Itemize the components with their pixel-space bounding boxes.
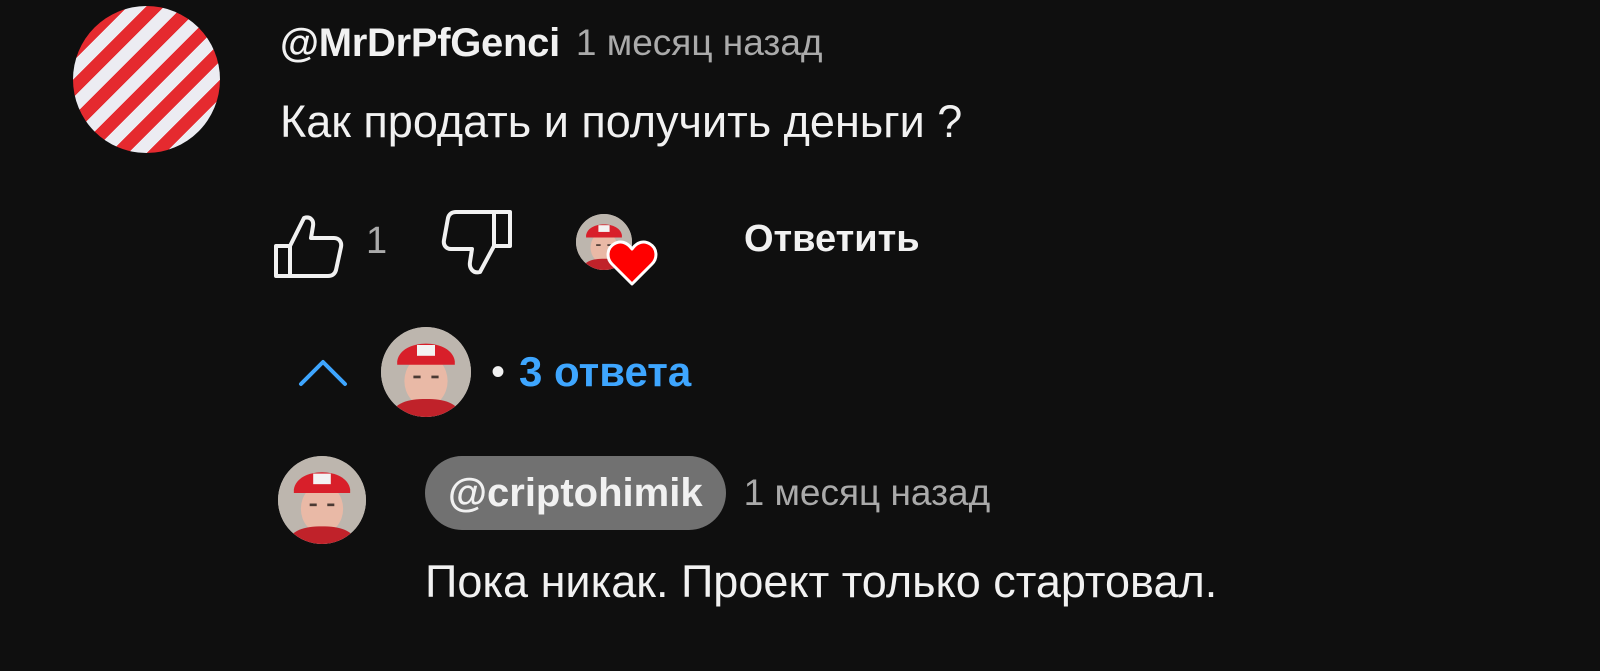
thumbs-up-icon	[274, 215, 344, 278]
person-avatar-image	[278, 456, 366, 544]
reply-text: Пока никак. Проект только стартовал.	[425, 556, 1218, 607]
replies-count[interactable]: 3 ответа	[519, 348, 691, 396]
author-name[interactable]: @MrDrPfGenci	[280, 21, 560, 66]
dislike-button[interactable]	[440, 208, 516, 280]
reply-author-avatar-small	[381, 327, 471, 417]
chevron-up-icon	[299, 360, 347, 386]
comment-text: Как продать и получить деньги ?	[280, 96, 963, 147]
reply-button[interactable]: Ответить	[744, 218, 920, 261]
separator-dot: •	[491, 349, 506, 394]
replies-toggle-button[interactable]: • 3 ответа	[295, 326, 691, 418]
heart-icon	[606, 240, 658, 286]
person-avatar-image	[381, 327, 471, 417]
comment-header: @MrDrPfGenci 1 месяц назад	[280, 18, 823, 68]
like-button[interactable]	[272, 210, 344, 280]
comment-timestamp[interactable]: 1 месяц назад	[576, 22, 823, 64]
thumbs-down-icon	[441, 210, 512, 275]
reply-timestamp[interactable]: 1 месяц назад	[744, 472, 991, 514]
reply-author-name[interactable]: @criptohimik	[425, 456, 726, 530]
creator-heart-badge	[576, 212, 660, 292]
like-count: 1	[366, 220, 388, 262]
comment-thread: @MrDrPfGenci 1 месяц назад Как продать и…	[0, 0, 1600, 671]
reply-author-avatar[interactable]	[278, 456, 366, 544]
author-avatar[interactable]	[73, 6, 220, 153]
reply-header: @criptohimik 1 месяц назад	[425, 456, 990, 530]
